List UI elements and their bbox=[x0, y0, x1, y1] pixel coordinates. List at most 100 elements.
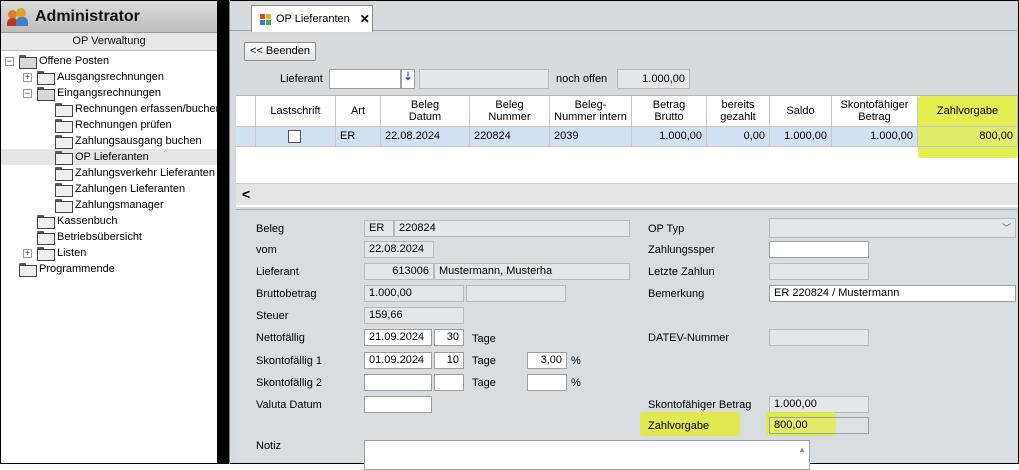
cell-skonto-betrag: 1.000,00 bbox=[832, 127, 918, 147]
folder-icon bbox=[55, 103, 73, 117]
scroll-left-icon[interactable]: < bbox=[242, 186, 250, 202]
folder-icon bbox=[55, 151, 73, 165]
zahlvorgabe-input[interactable]: 800,00 bbox=[769, 417, 869, 434]
tage-label: Tage bbox=[472, 377, 496, 389]
scroll-up-icon[interactable]: ▲ bbox=[798, 445, 806, 454]
cell-betrag-brutto: 1.000,00 bbox=[632, 127, 707, 147]
skonto1-date-input[interactable]: 01.09.2024 bbox=[364, 352, 432, 369]
zahlvorgabe-label: Zahlvorgabe bbox=[648, 420, 710, 432]
folder-icon bbox=[19, 263, 37, 277]
lieferant-name-field bbox=[419, 69, 549, 89]
skonto1-label: Skontofällig 1 bbox=[256, 355, 323, 367]
steuer-field: 159,66 bbox=[364, 307, 464, 324]
tab-label: OP Lieferanten bbox=[276, 13, 350, 25]
brutto-field: 1.000,00 bbox=[364, 285, 464, 302]
noch-offen-label: noch offen bbox=[556, 73, 608, 85]
tree-item[interactable]: Kassenbuch bbox=[1, 213, 217, 229]
beleg-art-field: ER bbox=[364, 220, 394, 237]
expand-icon[interactable]: + bbox=[23, 249, 32, 258]
column-header-betrag-brutto[interactable]: Betrag Brutto bbox=[632, 96, 707, 127]
beenden-button[interactable]: << Beenden bbox=[244, 42, 316, 61]
tree-item[interactable]: + Listen bbox=[1, 245, 217, 261]
skonto2-label: Skontofällig 2 bbox=[256, 377, 323, 389]
collapse-icon[interactable]: − bbox=[23, 89, 32, 98]
noch-offen-value: 1.000,00 bbox=[617, 69, 690, 89]
folder-icon bbox=[55, 135, 73, 149]
lieferant-filter-input[interactable] bbox=[329, 69, 401, 89]
datev-field bbox=[769, 329, 869, 346]
column-header-beleg-intern[interactable]: Beleg- Nummer intern bbox=[550, 96, 632, 127]
beleg-label: Beleg bbox=[256, 223, 285, 235]
tree-item[interactable]: + Ausgangsrechnungen bbox=[1, 69, 217, 85]
cell-zahlvorgabe[interactable]: 800,00 bbox=[918, 127, 1018, 147]
netto-date-input[interactable]: 21.09.2024 bbox=[364, 329, 432, 346]
skonto1-percent-input[interactable]: 3,00 bbox=[527, 352, 567, 369]
tab-op-lieferanten[interactable]: OP Lieferanten ✕ bbox=[251, 5, 373, 32]
netto-label: Nettofällig bbox=[256, 332, 305, 344]
collapse-icon[interactable]: − bbox=[5, 57, 14, 66]
column-header-beleg-nummer[interactable]: Beleg Nummer bbox=[470, 96, 550, 127]
expand-icon[interactable]: + bbox=[23, 73, 32, 82]
grid-horizontal-scrollbar[interactable]: < bbox=[236, 183, 1018, 205]
tree-item[interactable]: OP Lieferanten bbox=[1, 149, 217, 165]
valuta-label: Valuta Datum bbox=[256, 399, 322, 411]
lastschrift-checkbox[interactable] bbox=[288, 130, 301, 143]
tree-item[interactable]: Programmende bbox=[1, 261, 217, 277]
tab-strip: OP Lieferanten ✕ bbox=[230, 1, 1018, 32]
column-header-skonto-betrag[interactable]: Skontofähiger Betrag bbox=[832, 96, 918, 127]
tree-item[interactable]: Rechnungen erfassen/buchen bbox=[1, 101, 217, 117]
brutto-label: Bruttobetrag bbox=[256, 288, 317, 300]
skonto2-date-input[interactable] bbox=[364, 374, 432, 391]
pane-splitter[interactable] bbox=[217, 0, 229, 464]
lieferant-label: Lieferant bbox=[256, 266, 299, 278]
skonto1-days-input[interactable]: 10 bbox=[434, 352, 464, 369]
tage-label: Tage bbox=[472, 333, 496, 345]
row-selector[interactable] bbox=[236, 127, 256, 147]
column-header-lastschrift[interactable]: Lastschrift bbox=[256, 96, 336, 127]
vom-label: vom bbox=[256, 244, 277, 256]
bemerkung-label: Bemerkung bbox=[648, 288, 705, 300]
tree-item-label: Rechnungen prüfen bbox=[75, 119, 172, 131]
cell-beleg-nummer: 220824 bbox=[470, 127, 550, 147]
tree-item-label: Zahlungsmanager bbox=[75, 199, 164, 211]
tree-item-label: Offene Posten bbox=[39, 55, 110, 67]
skonto2-percent-input[interactable] bbox=[527, 374, 567, 391]
tree-item[interactable]: Zahlungsverkehr Lieferanten bbox=[1, 165, 217, 181]
valuta-input[interactable] bbox=[364, 396, 432, 413]
app-header: Administrator bbox=[1, 1, 217, 33]
notiz-textarea[interactable]: ▲ bbox=[364, 440, 810, 470]
bemerkung-input[interactable]: ER 220824 / Mustermann bbox=[769, 285, 1016, 302]
folder-icon bbox=[37, 215, 55, 229]
column-header-art[interactable]: Art bbox=[336, 96, 381, 127]
tree-item[interactable]: − Eingangsrechnungen bbox=[1, 85, 217, 101]
column-header-zahlvorgabe[interactable]: Zahlvorgabe bbox=[918, 96, 1018, 127]
tree-item-label: Rechnungen erfassen/buchen bbox=[75, 103, 217, 115]
optyp-select[interactable]: ﹀ bbox=[769, 218, 1016, 238]
tree-item-label: Programmende bbox=[39, 263, 115, 275]
zahlungssperre-input[interactable] bbox=[769, 241, 869, 258]
close-icon[interactable]: ✕ bbox=[360, 12, 370, 26]
netto-days-input[interactable]: 30 bbox=[434, 329, 464, 346]
lookup-icon[interactable]: ⇣ bbox=[401, 69, 415, 89]
skonto2-days-input[interactable] bbox=[434, 374, 464, 391]
percent-label: % bbox=[571, 355, 581, 367]
row-header-corner bbox=[236, 96, 256, 127]
column-header-beleg-datum[interactable]: Beleg Datum bbox=[381, 96, 470, 127]
tree-item[interactable]: Zahlungsausgang buchen bbox=[1, 133, 217, 149]
tree-item[interactable]: Betriebsübersicht bbox=[1, 229, 217, 245]
folder-icon bbox=[55, 183, 73, 197]
column-header-saldo[interactable]: Saldo bbox=[770, 96, 832, 127]
tree-item-label: Kassenbuch bbox=[57, 215, 118, 227]
tree-item-label: Betriebsübersicht bbox=[57, 231, 142, 243]
tree-item[interactable]: Zahlungsmanager bbox=[1, 197, 217, 213]
tree-item[interactable]: Zahlungen Lieferanten bbox=[1, 181, 217, 197]
zahlungssperre-label: Zahlungssper bbox=[648, 244, 715, 256]
cell-lastschrift[interactable] bbox=[256, 127, 336, 147]
folder-icon bbox=[19, 55, 37, 69]
tree-item[interactable]: − Offene Posten bbox=[1, 53, 217, 69]
tree-item[interactable]: Rechnungen prüfen bbox=[1, 117, 217, 133]
vom-field: 22.08.2024 bbox=[364, 241, 434, 258]
column-header-bereits-gezahlt[interactable]: bereits gezahlt bbox=[707, 96, 770, 127]
skonto-betrag-field: 1.000,00 bbox=[769, 396, 869, 413]
navigation-pane: Administrator OP Verwaltung − Offene Post… bbox=[1, 1, 217, 463]
